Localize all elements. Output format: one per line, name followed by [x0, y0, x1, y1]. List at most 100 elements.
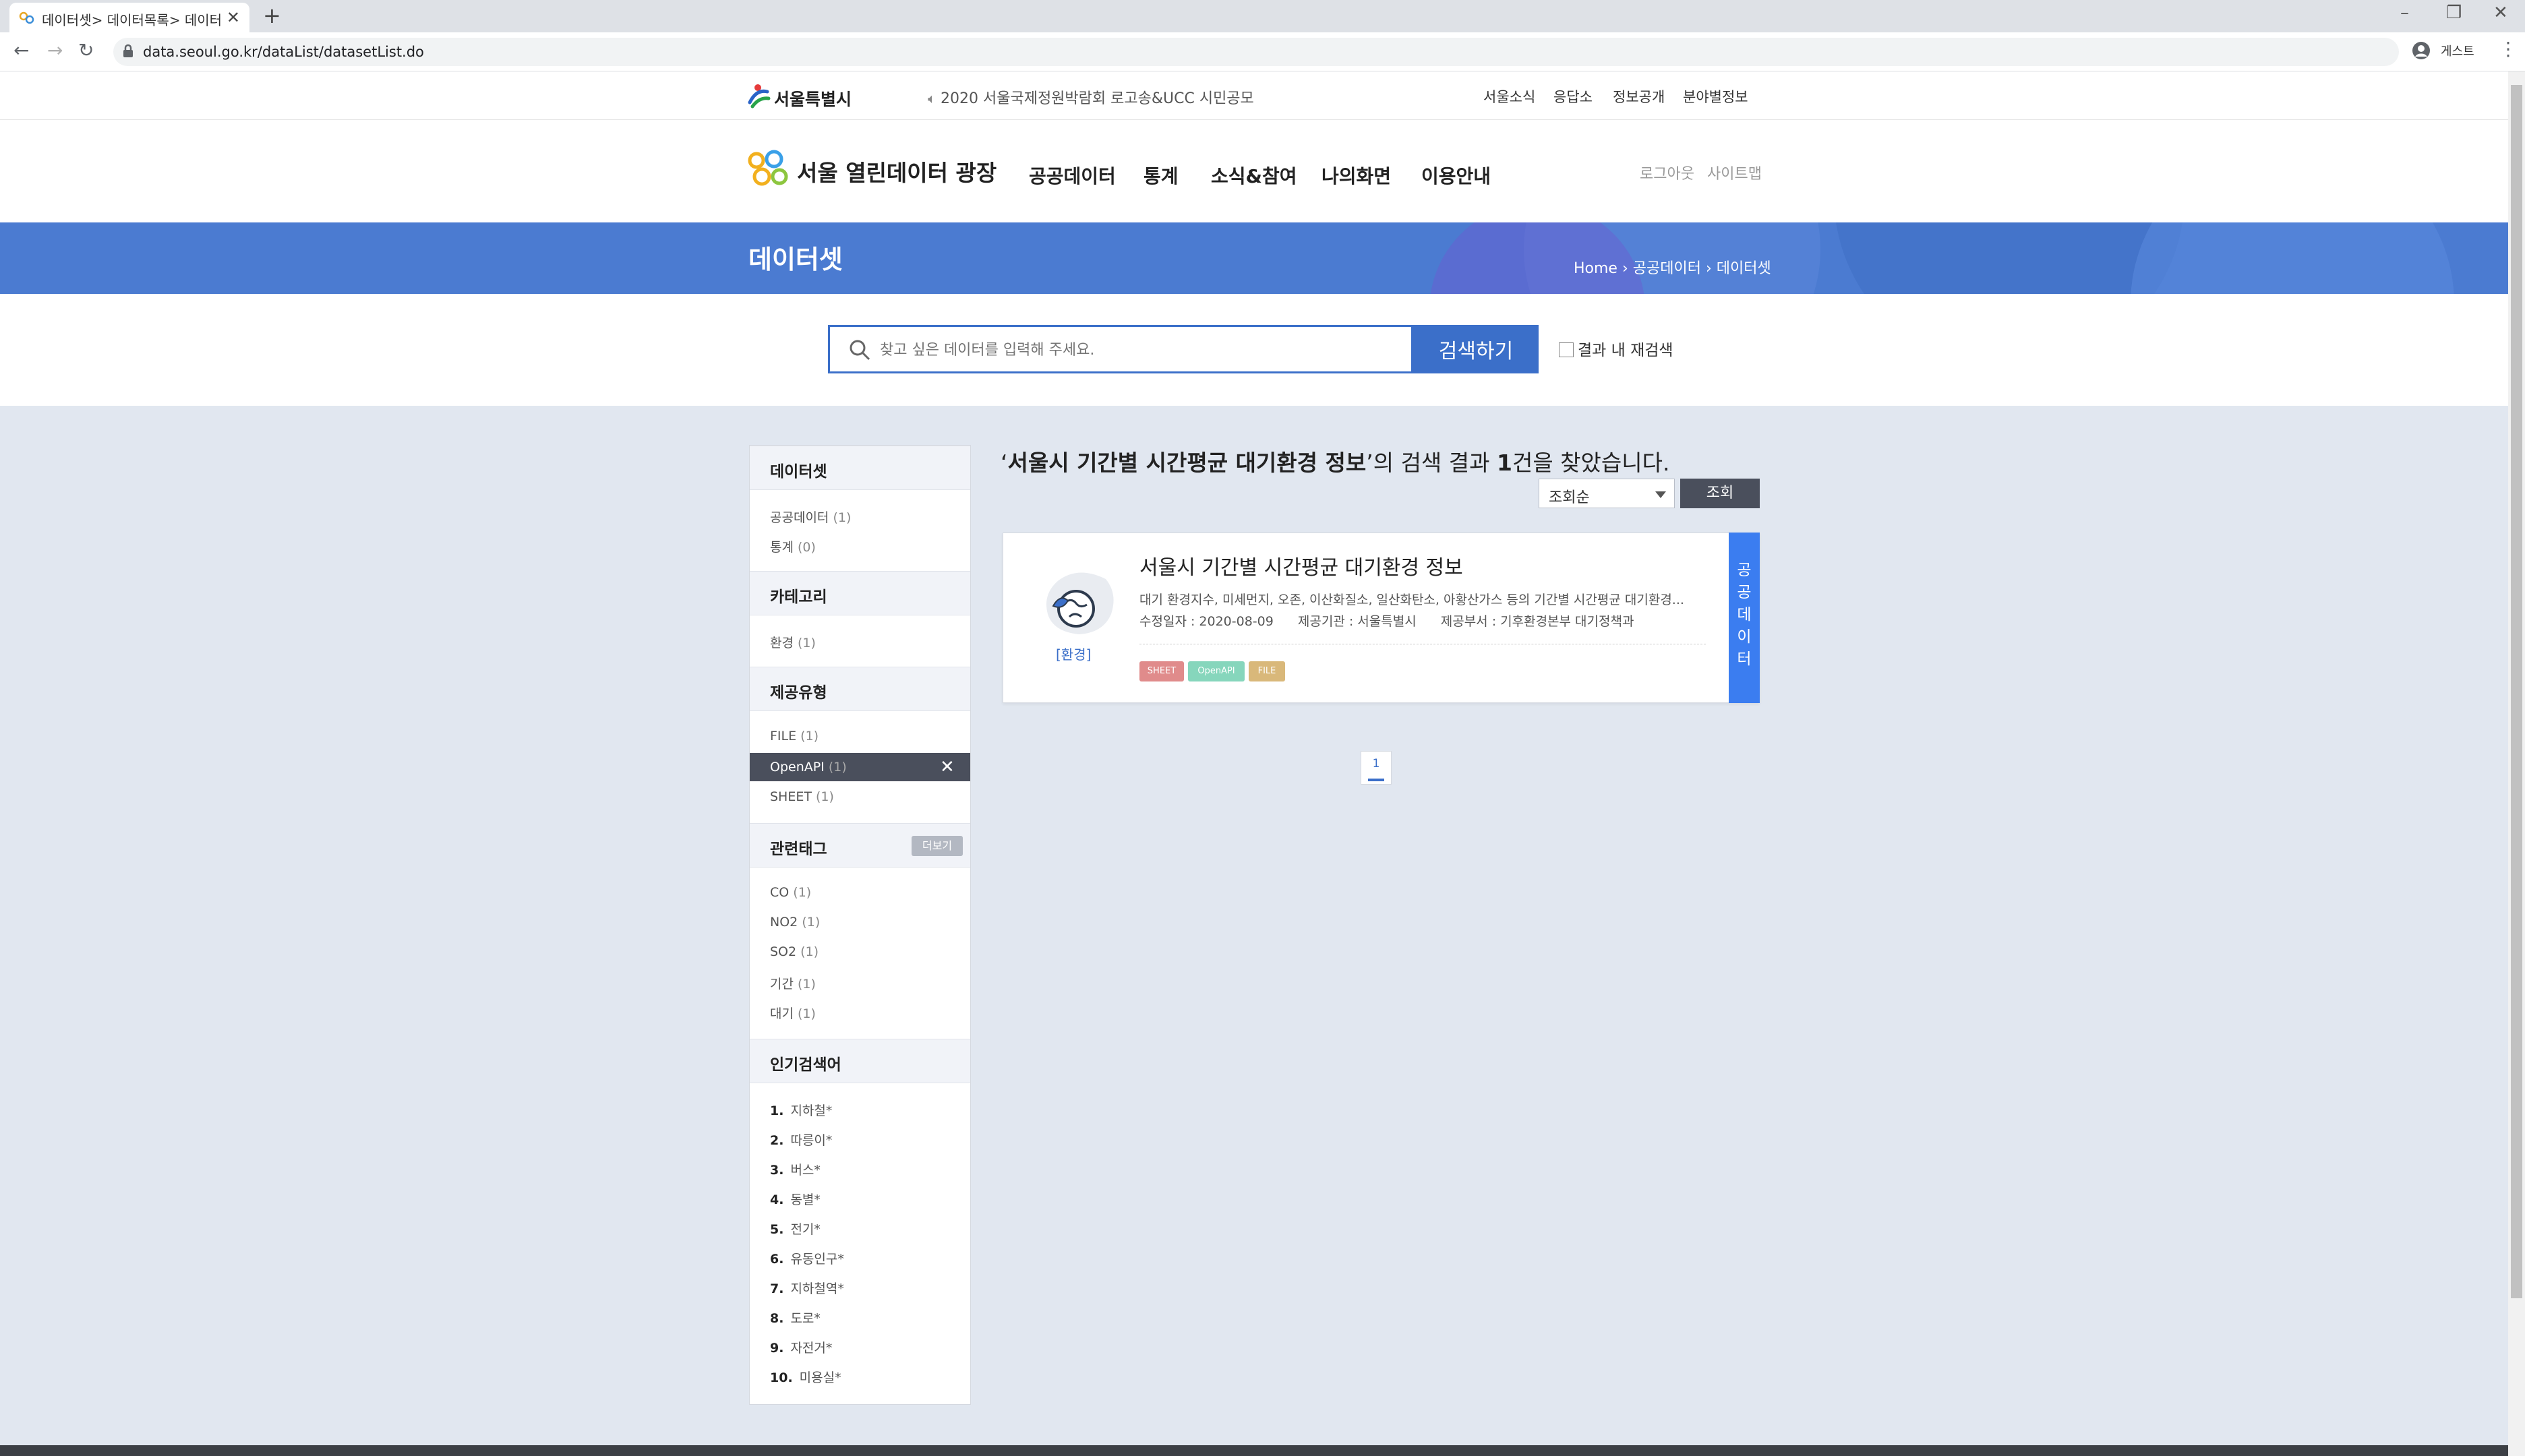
lock-icon	[121, 43, 135, 62]
window-close-icon[interactable]: ✕	[2493, 3, 2508, 23]
reload-icon[interactable]: ↻	[78, 39, 94, 61]
card-category[interactable]: [환경]	[1056, 644, 1091, 663]
popular-search-item[interactable]: 6. 유동인구*	[770, 1249, 844, 1267]
search-icon	[849, 339, 870, 363]
result-count: 1	[1497, 450, 1512, 476]
popular-search-item[interactable]: 8. 도로*	[770, 1308, 821, 1327]
seoul-city-logo[interactable]: 서울특별시	[747, 82, 852, 112]
rank-keyword: 유동인구*	[790, 1252, 844, 1267]
facet-item-label: 환경	[770, 636, 794, 650]
facet-item-environment[interactable]: 환경 (1)	[770, 633, 816, 651]
popular-search-item[interactable]: 4. 동별*	[770, 1190, 821, 1208]
new-tab-icon[interactable]: +	[263, 3, 281, 28]
breadcrumb-dataset[interactable]: 데이터셋	[1717, 260, 1771, 277]
gnb-statistics[interactable]: 통계	[1143, 162, 1179, 189]
sort-select[interactable]: 조회순	[1539, 479, 1675, 508]
breadcrumb: Home › 공공데이터 › 데이터셋	[1574, 256, 1771, 278]
forward-icon[interactable]: →	[47, 39, 63, 61]
research-label: 결과 내 재검색	[1578, 342, 1673, 359]
facet-item-statistics[interactable]: 통계 (0)	[770, 537, 816, 555]
tag-item-so2[interactable]: SO2 (1)	[770, 944, 819, 959]
facet-item-sheet[interactable]: SHEET (1)	[770, 789, 834, 804]
back-icon[interactable]: ←	[13, 39, 29, 61]
tag-item-co[interactable]: CO (1)	[770, 885, 811, 900]
tag-item-no2[interactable]: NO2 (1)	[770, 915, 820, 930]
filter-sidebar: 데이터셋 공공데이터 (1) 통계 (0) 카테고리 환경 (1) 제공유형 F…	[749, 445, 971, 1405]
rank-keyword: 지하철*	[790, 1103, 833, 1118]
facet-item-public-data[interactable]: 공공데이터 (1)	[770, 508, 851, 526]
gnb-my-page[interactable]: 나의화면	[1321, 162, 1391, 189]
sort-apply-button[interactable]: 조회	[1680, 479, 1760, 508]
popular-search-item[interactable]: 1. 지하철*	[770, 1101, 832, 1119]
facet-item-count: (1)	[828, 760, 847, 775]
seoul-symbol-icon	[748, 84, 771, 109]
link-response-center[interactable]: 응답소	[1553, 86, 1593, 107]
notice-banner[interactable]: 🔈︎ 2020 서울국제정원박람회 로고송&UCC 시민공모	[928, 86, 1254, 108]
facet-item-file[interactable]: FILE (1)	[770, 729, 819, 744]
page-banner: 데이터셋 Home › 공공데이터 › 데이터셋	[0, 222, 2508, 294]
breadcrumb-public-data[interactable]: 공공데이터	[1633, 260, 1701, 277]
chevron-down-icon	[1655, 491, 1666, 498]
popular-search-item[interactable]: 10. 미용실*	[770, 1368, 841, 1386]
logout-link[interactable]: 로그아웃	[1640, 162, 1694, 183]
link-field-info[interactable]: 분야별정보	[1683, 86, 1748, 107]
result-query: 서울시 기간별 시간평균 대기환경 정보	[1007, 450, 1367, 476]
gnb-news-participation[interactable]: 소식&참여	[1211, 162, 1297, 189]
browser-menu-icon[interactable]: ⋮	[2499, 38, 2518, 60]
site-favicon-icon	[19, 11, 35, 28]
checkbox-icon[interactable]	[1559, 342, 1574, 357]
rank-number: 2.	[770, 1133, 784, 1148]
browser-tab-bar: 데이터셋> 데이터목록> 데이터 ✕ + – ❐ ✕	[0, 0, 2525, 32]
url-text: data.seoul.go.kr/dataList/datasetList.do	[143, 44, 424, 60]
sitemap-link[interactable]: 사이트맵	[1707, 162, 1762, 183]
popular-search-item[interactable]: 9. 자전거*	[770, 1338, 832, 1356]
minimize-icon[interactable]: –	[2400, 3, 2409, 23]
breadcrumb-home[interactable]: Home	[1574, 260, 1617, 277]
more-tags-button[interactable]: 더보기	[912, 836, 963, 856]
dataset-result-card[interactable]: [환경] 서울시 기간별 시간평균 대기환경 정보 대기 환경지수, 미세먼지,…	[1003, 533, 1760, 703]
rank-number: 8.	[770, 1311, 784, 1326]
facet-item-label: 대기	[770, 1006, 794, 1021]
tag-item-period[interactable]: 기간 (1)	[770, 974, 816, 992]
page-scrollbar[interactable]	[2508, 71, 2525, 1456]
research-checkbox[interactable]: 결과 내 재검색	[1559, 337, 1673, 360]
profile-label: 게스트	[2441, 44, 2474, 59]
link-info-disclosure[interactable]: 정보공개	[1613, 86, 1665, 107]
search-box	[828, 325, 1413, 373]
facet-header-tags: 관련태그 더보기	[750, 823, 970, 868]
facet-item-count: (1)	[798, 636, 816, 650]
facet-title: 관련태그	[770, 841, 827, 858]
gnb-public-data[interactable]: 공공데이터	[1029, 162, 1116, 189]
facet-item-openapi-selected[interactable]: OpenAPI (1) ✕	[750, 753, 970, 781]
tag-item-air[interactable]: 대기 (1)	[770, 1004, 816, 1022]
rank-number: 5.	[770, 1222, 784, 1237]
facet-item-label: SHEET	[770, 789, 812, 804]
card-provider: 제공기관 : 서울특별시	[1297, 614, 1417, 629]
address-bar[interactable]: data.seoul.go.kr/dataList/datasetList.do	[113, 38, 2399, 66]
restore-icon[interactable]: ❐	[2446, 3, 2462, 23]
rank-number: 10.	[770, 1370, 793, 1385]
search-button[interactable]: 검색하기	[1413, 325, 1539, 373]
popular-search-item[interactable]: 3. 버스*	[770, 1160, 821, 1178]
search-input[interactable]	[879, 336, 1391, 363]
notice-text: 2020 서울국제정원박람회 로고송&UCC 시민공모	[941, 90, 1254, 107]
popular-search-item[interactable]: 2. 따릉이*	[770, 1130, 832, 1149]
result-suffix: 의 검색 결과	[1373, 450, 1497, 476]
pagination-page[interactable]: 1	[1361, 751, 1392, 785]
rank-keyword: 지하철역*	[790, 1281, 844, 1296]
site-logo[interactable]: 서울 열린데이터 광장	[747, 150, 997, 191]
tab-close-icon[interactable]: ✕	[227, 8, 240, 27]
environment-globe-icon	[1038, 567, 1119, 644]
link-seoul-news[interactable]: 서울소식	[1483, 86, 1535, 107]
remove-filter-icon[interactable]: ✕	[940, 757, 955, 777]
scrollbar-thumb[interactable]	[2511, 85, 2522, 1298]
popular-search-header: 인기검색어	[750, 1039, 970, 1083]
popular-search-item[interactable]: 7. 지하철역*	[770, 1279, 844, 1297]
card-title[interactable]: 서울시 기간별 시간평균 대기환경 정보	[1139, 551, 1463, 580]
profile-button[interactable]: 게스트	[2411, 40, 2474, 63]
facet-item-count: (1)	[833, 510, 852, 525]
browser-tab[interactable]: 데이터셋> 데이터목록> 데이터 ✕	[9, 3, 249, 32]
result-summary: ‘서울시 기간별 시간평균 대기환경 정보’의 검색 결과 1건을 찾았습니다.	[1001, 450, 1670, 476]
popular-search-item[interactable]: 5. 전기*	[770, 1219, 821, 1238]
gnb-guide[interactable]: 이용안내	[1421, 162, 1491, 189]
